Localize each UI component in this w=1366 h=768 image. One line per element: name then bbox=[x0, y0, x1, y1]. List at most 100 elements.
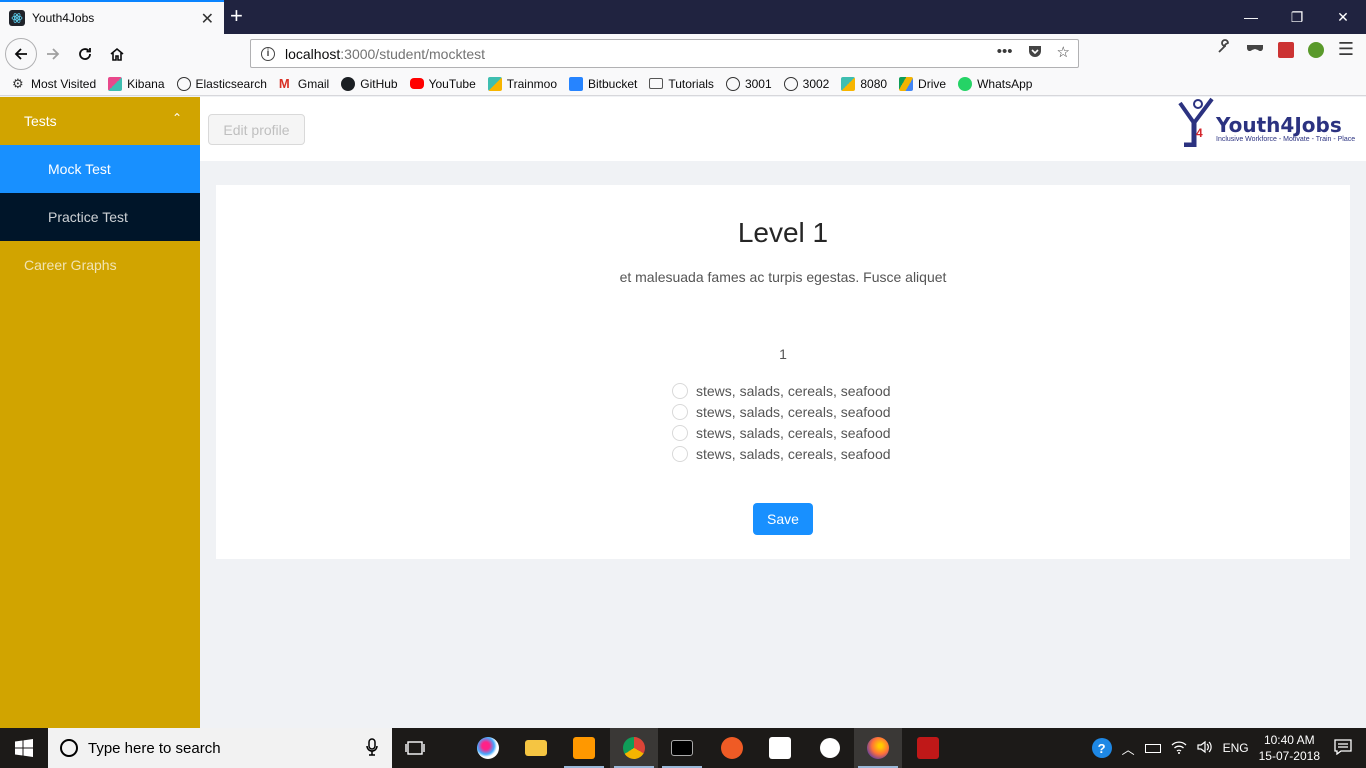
radio-button[interactable] bbox=[672, 382, 688, 399]
radio-button[interactable] bbox=[672, 403, 688, 420]
taskbar-terminal[interactable] bbox=[658, 728, 706, 768]
logo-figure-icon: 4 bbox=[1178, 97, 1214, 147]
taskbar-chrome[interactable] bbox=[610, 728, 658, 768]
bookmark-gmail[interactable]: M Gmail bbox=[278, 75, 329, 91]
mongodb-leaf-icon bbox=[820, 738, 840, 758]
mock-test-card: Level 1 et malesuada fames ac turpis ege… bbox=[216, 185, 1350, 559]
paint-icon bbox=[477, 737, 499, 759]
navigation-bar: i localhost:3000/student/mocktest ••• ☆ … bbox=[0, 34, 1366, 72]
system-clock[interactable]: 10:40 AM 15-07-2018 bbox=[1259, 732, 1320, 764]
github-icon bbox=[341, 76, 356, 91]
youtube-icon bbox=[409, 78, 424, 89]
bookmark-drive[interactable]: Drive bbox=[899, 76, 946, 91]
battery-icon[interactable] bbox=[1144, 743, 1161, 753]
new-tab-button[interactable]: + bbox=[230, 4, 243, 28]
extension-icon[interactable] bbox=[1277, 41, 1294, 58]
close-window-icon[interactable]: ✕ bbox=[1320, 0, 1366, 34]
sidebar-item-tests[interactable]: Tests ⌃ bbox=[0, 97, 200, 145]
whatsapp-icon bbox=[958, 76, 973, 91]
sidebar-item-label: Practice Test bbox=[48, 209, 128, 225]
gmail-icon: M bbox=[278, 75, 290, 91]
page-header: Edit profile 4 Youth4Jobs Inclusive Work… bbox=[200, 97, 1366, 161]
wrench-icon[interactable] bbox=[1216, 39, 1232, 60]
sidebar-item-career-graphs[interactable]: Career Graphs bbox=[0, 241, 200, 289]
help-icon[interactable]: ? bbox=[1091, 738, 1112, 758]
bookmark-8080[interactable]: 8080 bbox=[841, 76, 887, 91]
bookmark-whatsapp[interactable]: WhatsApp bbox=[958, 76, 1032, 91]
sidebar-item-mock-test[interactable]: Mock Test bbox=[0, 145, 200, 193]
radio-button[interactable] bbox=[672, 445, 688, 462]
mask-icon[interactable] bbox=[1246, 41, 1264, 59]
tab-title: Youth4Jobs bbox=[32, 11, 95, 25]
home-icon bbox=[110, 47, 124, 61]
save-button[interactable]: Save bbox=[753, 503, 813, 535]
windows-taskbar: Type here to search ? ︿ ENG 10:40 AM 15-… bbox=[0, 728, 1366, 768]
globe-icon bbox=[725, 76, 740, 91]
terminal-icon bbox=[671, 740, 693, 756]
forward-button[interactable] bbox=[38, 39, 68, 69]
back-button[interactable] bbox=[5, 38, 37, 70]
menu-icon[interactable]: ☰ bbox=[1338, 39, 1354, 60]
restore-icon[interactable]: ❐ bbox=[1274, 0, 1320, 34]
mcafee-shield-icon bbox=[917, 737, 939, 759]
postman-icon bbox=[721, 737, 743, 759]
chevron-up-icon[interactable]: ︿ bbox=[1122, 739, 1135, 758]
react-icon bbox=[9, 10, 25, 26]
reload-button[interactable] bbox=[70, 39, 100, 69]
volume-icon[interactable] bbox=[1196, 740, 1213, 757]
wifi-icon[interactable] bbox=[1171, 740, 1187, 757]
close-tab-icon[interactable]: ✕ bbox=[201, 9, 214, 29]
taskbar-search[interactable]: Type here to search bbox=[48, 728, 392, 768]
bookmark-star-icon[interactable]: ☆ bbox=[1057, 43, 1070, 63]
edit-profile-button[interactable]: Edit profile bbox=[208, 114, 305, 145]
taskbar-sublime-text[interactable] bbox=[560, 728, 608, 768]
bookmark-elasticsearch[interactable]: Elasticsearch bbox=[176, 76, 267, 91]
taskbar-notes-app[interactable] bbox=[756, 728, 804, 768]
task-view-button[interactable] bbox=[392, 728, 440, 768]
answer-option[interactable]: stews, salads, cereals, seafood bbox=[672, 443, 891, 464]
svg-text:4: 4 bbox=[1196, 126, 1203, 140]
home-button[interactable] bbox=[102, 39, 132, 69]
taskbar-paint-app[interactable] bbox=[464, 728, 512, 768]
notification-center-icon[interactable] bbox=[1334, 738, 1352, 758]
info-icon[interactable]: i bbox=[261, 46, 275, 61]
browser-tab[interactable]: Youth4Jobs ✕ bbox=[0, 0, 224, 34]
page-actions-icon[interactable]: ••• bbox=[997, 43, 1013, 63]
taskbar-mcafee[interactable] bbox=[904, 728, 952, 768]
radio-button[interactable] bbox=[672, 424, 688, 441]
bookmark-youtube[interactable]: YouTube bbox=[409, 77, 476, 91]
taskbar-file-explorer[interactable] bbox=[512, 728, 560, 768]
answer-option[interactable]: stews, salads, cereals, seafood bbox=[672, 422, 891, 443]
windows-icon bbox=[15, 739, 33, 757]
bookmark-3002[interactable]: 3002 bbox=[783, 76, 829, 91]
taskbar-firefox[interactable] bbox=[854, 728, 902, 768]
taskbar-postman[interactable] bbox=[708, 728, 756, 768]
bookmark-3001[interactable]: 3001 bbox=[725, 76, 772, 91]
option-label: stews, salads, cereals, seafood bbox=[696, 424, 891, 441]
microphone-icon[interactable] bbox=[366, 738, 378, 760]
bookmark-trainmoo[interactable]: Trainmoo bbox=[487, 76, 557, 91]
bookmark-tutorials[interactable]: Tutorials bbox=[649, 77, 714, 91]
extension-globe-icon[interactable] bbox=[1307, 41, 1324, 58]
sidebar-item-practice-test[interactable]: Practice Test bbox=[0, 193, 200, 241]
folder-icon bbox=[649, 78, 664, 89]
globe-icon bbox=[176, 76, 191, 91]
bookmark-bitbucket[interactable]: Bitbucket bbox=[569, 76, 637, 91]
option-label: stews, salads, cereals, seafood bbox=[696, 382, 891, 399]
taskbar-mongodb[interactable] bbox=[806, 728, 854, 768]
bookmark-kibana[interactable]: Kibana bbox=[108, 76, 165, 91]
answer-option[interactable]: stews, salads, cereals, seafood bbox=[672, 401, 891, 422]
bookmark-most-visited[interactable]: ⚙ Most Visited bbox=[12, 76, 96, 91]
clock-time: 10:40 AM bbox=[1263, 733, 1315, 747]
url-text[interactable]: localhost:3000/student/mocktest bbox=[285, 46, 485, 62]
language-indicator[interactable]: ENG bbox=[1223, 741, 1249, 755]
minimize-icon[interactable]: — bbox=[1228, 0, 1274, 34]
url-bar[interactable]: i localhost:3000/student/mocktest ••• ☆ bbox=[250, 39, 1079, 68]
logo-tagline: Inclusive Workforce - Motivate - Train -… bbox=[1216, 136, 1356, 143]
reload-icon bbox=[79, 48, 91, 60]
bookmark-github[interactable]: GitHub bbox=[341, 76, 398, 91]
start-button[interactable] bbox=[0, 728, 48, 768]
answer-option[interactable]: stews, salads, cereals, seafood bbox=[672, 380, 891, 401]
sublime-icon bbox=[573, 737, 595, 759]
pocket-icon[interactable] bbox=[1027, 43, 1043, 63]
